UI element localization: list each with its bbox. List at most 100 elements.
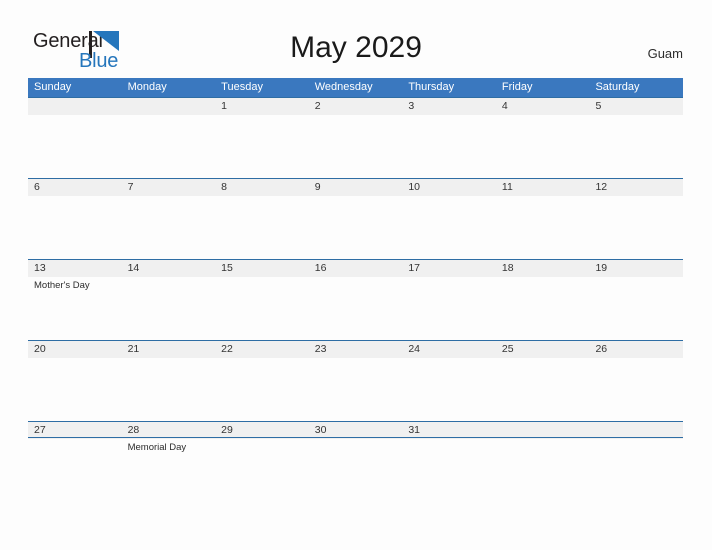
location-label: Guam	[647, 46, 683, 61]
calendar-bottom-rule	[28, 437, 683, 438]
weekday-header-thursday: Thursday	[408, 81, 455, 93]
day-cell[interactable]: 6	[28, 179, 122, 259]
day-event	[595, 439, 683, 441]
day-event	[221, 277, 309, 279]
day-event	[595, 196, 683, 198]
day-event	[128, 115, 216, 117]
day-number: 6	[34, 181, 40, 193]
day-cell[interactable]: 11	[496, 179, 590, 259]
day-cell[interactable]: 30	[309, 422, 403, 502]
day-number	[128, 98, 216, 115]
day-event	[34, 196, 122, 198]
day-cell[interactable]: 5	[589, 98, 683, 178]
calendar-week-row: 27 28 Memorial Day 29 30 31	[28, 421, 683, 502]
day-cell[interactable]: 18	[496, 260, 590, 340]
day-cell[interactable]: 20	[28, 341, 122, 421]
day-cell[interactable]	[496, 422, 590, 502]
day-cell[interactable]: 12	[589, 179, 683, 259]
day-cell[interactable]	[589, 422, 683, 502]
day-cell[interactable]: 15	[215, 260, 309, 340]
day-cell[interactable]	[122, 98, 216, 178]
page-title: May 2029	[290, 31, 422, 64]
day-event: Memorial Day	[127, 442, 187, 453]
day-event	[408, 439, 496, 441]
day-cell[interactable]: 4	[496, 98, 590, 178]
day-number: 23	[314, 343, 327, 355]
day-cell[interactable]: 10	[402, 179, 496, 259]
day-cell[interactable]: 16	[309, 260, 403, 340]
day-cell[interactable]: 24	[402, 341, 496, 421]
day-event	[502, 358, 590, 360]
calendar-week-row: 6 7 8 9 10 11 12	[28, 178, 683, 259]
page-header: General Blue May 2029 Guam	[0, 0, 712, 76]
day-cell[interactable]: 7	[122, 179, 216, 259]
day-number: 10	[408, 181, 420, 193]
day-number: 21	[127, 343, 140, 355]
day-cell[interactable]: 21	[122, 341, 216, 421]
day-event	[408, 196, 496, 198]
day-cell[interactable]: 29	[215, 422, 309, 502]
calendar-week-row: 1 2 3 4 5	[28, 97, 683, 178]
day-event	[315, 358, 403, 360]
weekday-header-saturday: Saturday	[595, 81, 640, 93]
day-event	[34, 439, 122, 441]
day-cell[interactable]: 26	[589, 341, 683, 421]
day-number: 12	[595, 181, 608, 193]
day-cell[interactable]: 1	[215, 98, 309, 178]
day-cell[interactable]: 23	[309, 341, 403, 421]
day-event	[502, 196, 590, 198]
weekday-header-monday: Monday	[127, 81, 167, 93]
day-event	[128, 196, 216, 198]
day-number: 4	[501, 100, 508, 112]
day-cell[interactable]: 13 Mother's Day	[28, 260, 122, 340]
weekday-header-sunday: Sunday	[34, 81, 72, 93]
day-event	[128, 358, 216, 360]
day-event	[221, 439, 309, 441]
day-cell[interactable]: 14	[122, 260, 216, 340]
day-cell[interactable]: 2	[309, 98, 403, 178]
day-number: 1	[221, 100, 227, 112]
day-number: 24	[408, 343, 420, 355]
day-cell[interactable]: 25	[496, 341, 590, 421]
day-number: 20	[34, 343, 46, 355]
weekday-header-tuesday: Tuesday	[221, 81, 263, 93]
day-number: 19	[595, 262, 608, 274]
day-event	[408, 115, 496, 117]
day-number: 3	[408, 100, 415, 112]
weekday-header-friday: Friday	[501, 81, 533, 93]
day-event	[502, 439, 590, 441]
day-number: 22	[221, 343, 233, 355]
day-cell[interactable]: 9	[309, 179, 403, 259]
day-cell[interactable]: 22	[215, 341, 309, 421]
day-number: 11	[501, 181, 513, 193]
day-event	[595, 277, 683, 279]
day-event	[315, 115, 403, 117]
weekday-header-row: Sunday Monday Tuesday Wednesday Thursday…	[28, 78, 683, 97]
calendar-week-row: 13 Mother's Day 14 15 16 17 18 19	[28, 259, 683, 340]
day-event	[408, 277, 496, 279]
day-number: 18	[501, 262, 514, 274]
day-number: 9	[314, 181, 321, 193]
day-cell[interactable]	[28, 98, 122, 178]
day-cell[interactable]: 17	[402, 260, 496, 340]
day-cell[interactable]: 27	[28, 422, 122, 502]
day-number	[34, 98, 122, 115]
day-event	[315, 439, 403, 441]
day-number: 13	[34, 262, 46, 274]
calendar-week-row: 20 21 22 23 24 25 26	[28, 340, 683, 421]
day-event	[315, 196, 403, 198]
day-number: 25	[501, 343, 514, 355]
day-cell[interactable]: 28 Memorial Day	[122, 422, 216, 502]
day-event	[128, 277, 216, 279]
day-cell[interactable]: 19	[589, 260, 683, 340]
day-cell[interactable]: 31	[402, 422, 496, 502]
day-number: 15	[221, 262, 233, 274]
day-cell[interactable]: 3	[402, 98, 496, 178]
day-cell[interactable]: 8	[215, 179, 309, 259]
day-event	[34, 358, 122, 360]
calendar-grid: Sunday Monday Tuesday Wednesday Thursday…	[28, 78, 683, 502]
day-number: 7	[127, 181, 134, 193]
day-number: 8	[221, 181, 227, 193]
day-event	[221, 196, 309, 198]
day-event: Mother's Day	[34, 280, 90, 291]
